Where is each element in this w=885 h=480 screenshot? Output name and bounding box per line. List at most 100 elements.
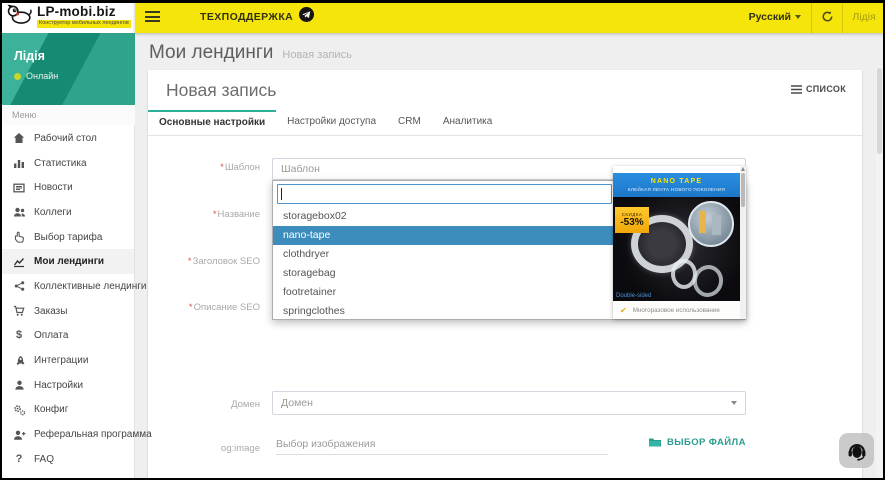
preview-header: NANO TAPE КЛЕЙКАЯ ЛЕНТА НОВОГО ПОКОЛЕНИЯ [613,173,740,197]
user-plus-icon [12,428,26,441]
option-storagebag[interactable]: storagebag [273,264,614,283]
preview-product-image: СКИДКА -53% Double-sided [613,197,740,301]
app-window: LP-mobi.biz Конструктор мобильных лендин… [0,0,885,480]
breadcrumb: Мои лендинги Новая запись [149,42,352,64]
page-title: Мои лендинги [149,42,274,63]
hand-pointer-icon [12,231,26,244]
name-label: *Название [212,209,260,220]
sidebar-item-integrations[interactable]: Интеграции [0,348,134,373]
frame-edge [0,0,885,3]
tab-crm[interactable]: CRM [387,110,432,135]
gears-icon [12,403,26,416]
newspaper-icon [12,181,26,194]
tab-main-settings[interactable]: Основные настройки [148,110,277,135]
users-icon [12,206,26,219]
sidebar-item-colleagues[interactable]: Коллеги [0,200,134,225]
sidebar-item-tariff[interactable]: Выбор тарифа [0,225,134,250]
dollar-icon: $ [15,329,23,342]
frame-edge [0,0,2,480]
sidebar-item-faq[interactable]: ? FAQ [0,447,134,472]
og-image-label: og:image [220,443,260,454]
option-clothdryer[interactable]: clothdryer [273,245,614,264]
list-button[interactable]: СПИСОК [790,84,846,94]
list-icon [790,84,802,94]
preview-subtitle: КЛЕЙКАЯ ЛЕНТА НОВОГО ПОКОЛЕНИЯ [627,186,726,192]
page-subtitle: Новая запись [282,49,352,61]
online-status-dot [14,72,21,80]
sidebar-item-referral[interactable]: Реферальная программа [0,422,152,447]
file-picker-button[interactable]: ВЫБОР ФАЙЛА [648,436,746,448]
bar-chart-icon [12,157,26,170]
chevron-down-icon [795,14,801,19]
language-label: Русский [748,10,791,23]
user-panel: Лідія Онлайн [0,33,135,105]
option-storagebox02[interactable]: storagebox02 [273,207,614,226]
tab-bar: Основные настройки Настройки доступа CRM… [148,110,862,136]
scroll-up-icon [741,167,745,171]
check-icon: ✔ [620,305,627,315]
template-options: storagebox02 nano-tape clothdryer storag… [273,207,614,321]
form-card: Новая запись СПИСОК Основные настройки Н… [148,70,862,480]
logo[interactable]: LP-mobi.biz Конструктор мобильных лендин… [0,0,135,33]
main-scrollbar[interactable] [876,66,883,480]
headset-icon [848,443,865,461]
dog-logo-icon [6,3,32,30]
line-chart-icon [12,255,26,268]
share-icon [12,280,26,293]
menu-section-label: Меню [0,105,135,125]
cart-icon [12,305,26,318]
sidebar-item-settings[interactable]: Настройки [0,373,134,398]
domain-label: Домен [231,399,260,410]
card-title: Новая запись [166,80,277,100]
sidebar-item-payment[interactable]: $ Оплата [0,324,134,349]
text-cursor [281,188,282,200]
preview-inset-photo [688,201,734,247]
logo-title: LP-mobi.biz [37,4,116,20]
home-icon [12,132,26,145]
online-status-label: Онлайн [26,71,59,81]
discount-badge: СКИДКА -53% [615,207,649,233]
sidebar-item-config[interactable]: Конфиг [0,398,134,423]
top-bar: ТЕХПОДДЕРЖКА Русский Лідія [135,0,885,33]
user-icon [12,379,26,392]
language-selector[interactable]: Русский [749,11,811,23]
refresh-icon [822,11,832,22]
tab-analytics[interactable]: Аналитика [432,110,504,135]
sidebar-item-news[interactable]: Новости [0,175,134,200]
rocket-icon [12,354,26,367]
sidebar-menu: Рабочий стол Статистика Новости Коллеги … [0,126,152,472]
template-search-input[interactable] [277,184,612,204]
tech-support-button[interactable]: ТЕХПОДДЕРЖКА [200,6,315,27]
sidebar-item-my-landings[interactable]: Мои лендинги [0,249,134,275]
sidebar: Лідія Онлайн Меню Рабочий стол Статистик… [0,33,152,480]
question-icon: ? [15,452,23,465]
template-label: *Шаблон [220,162,260,173]
logo-tagline: Конструктор мобильных лендингов [37,20,131,28]
telegram-icon [299,6,315,27]
preview-scrollbar[interactable] [740,166,746,319]
hamburger-icon[interactable] [145,11,160,22]
option-footretainer[interactable]: footretainer [273,283,614,302]
preview-feature-bar: ✔ Многоразовое использование [613,301,740,319]
preview-link: Double-sided [616,293,652,299]
support-chat-button[interactable] [839,433,874,468]
sidebar-item-collective-landings[interactable]: Коллективные лендинги [0,274,147,299]
option-nano-tape[interactable]: nano-tape [273,226,614,245]
topbar-user-link[interactable]: Лідія [843,11,885,23]
folder-icon [649,438,661,447]
og-image-input[interactable]: Выбор изображения [276,433,608,455]
preview-title: NANO TAPE [650,178,703,186]
template-preview: NANO TAPE КЛЕЙКАЯ ЛЕНТА НОВОГО ПОКОЛЕНИЯ… [613,166,746,319]
refresh-button[interactable] [812,0,842,33]
tab-access-settings[interactable]: Настройки доступа [276,110,387,135]
domain-select[interactable]: Домен [272,391,746,415]
option-springclothes[interactable]: springclothes [273,302,614,321]
sidebar-user-name: Лідія [14,49,45,63]
tech-support-label: ТЕХПОДДЕРЖКА [200,10,294,23]
main-content: Мои лендинги Новая запись Новая запись С… [135,33,885,480]
chevron-down-icon [731,401,737,405]
seo-title-label: *Заголовок SEO [187,256,260,267]
sidebar-item-statistics[interactable]: Статистика [0,151,134,176]
sidebar-item-orders[interactable]: Заказы [0,299,134,324]
sidebar-item-dashboard[interactable]: Рабочий стол [0,126,134,151]
